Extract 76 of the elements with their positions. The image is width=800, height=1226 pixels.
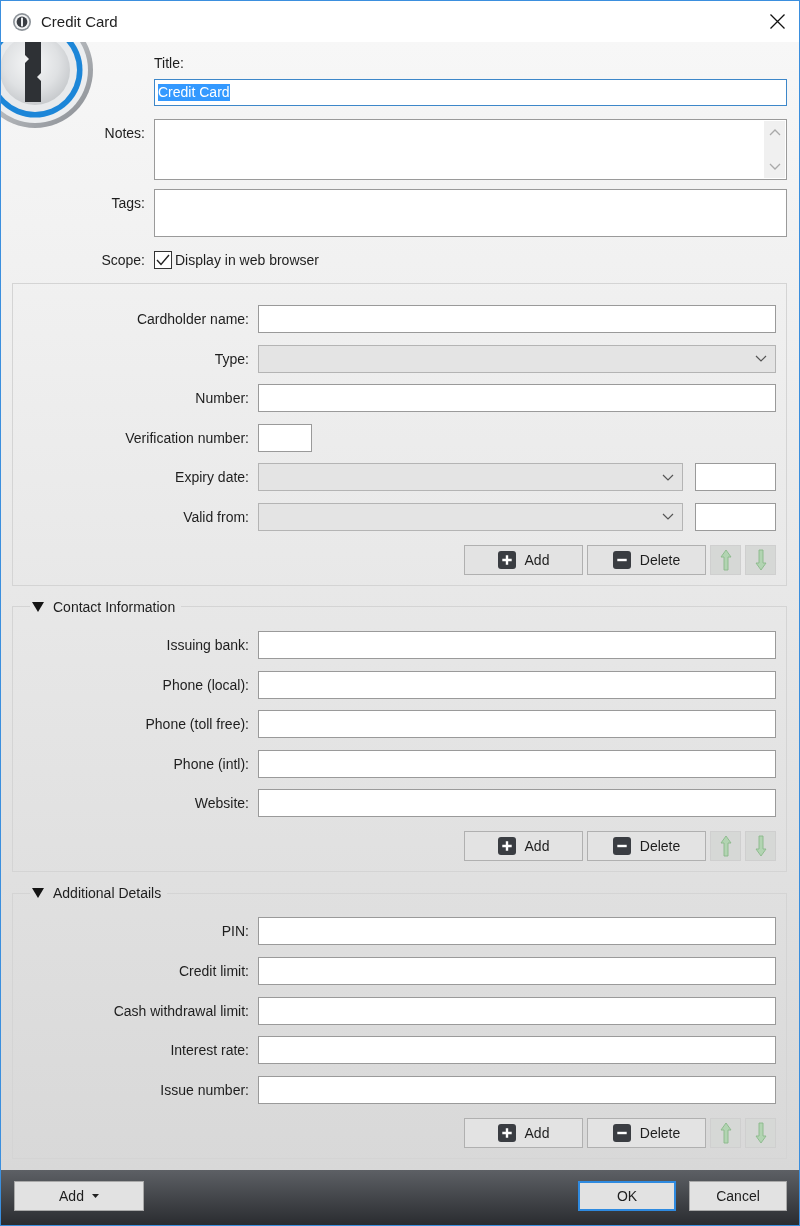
add-button[interactable]: Add [464,831,583,862]
field-label: Tags: [111,195,145,211]
field-label: Issuing bank: [166,636,249,653]
checkmark-icon [156,254,170,266]
arrow-down-icon [754,835,767,858]
arrow-down-icon [754,1121,767,1144]
text-field[interactable] [695,463,776,492]
text-field[interactable] [258,670,776,699]
text-field[interactable] [258,710,776,739]
text-field[interactable] [258,1075,776,1104]
chevron-down-icon [662,513,674,521]
plus-icon [497,1123,516,1142]
tags-field[interactable] [154,189,787,237]
arrow-down-icon [754,548,767,571]
field-label: Interest rate: [170,1042,249,1059]
add-menu-button[interactable]: Add [14,1181,144,1211]
dialog-button[interactable]: OK [578,1181,676,1211]
arrow-up-icon [719,1121,732,1144]
dialog-button[interactable]: Cancel [689,1181,787,1211]
arrow-up-icon [719,548,732,571]
dropdown[interactable] [258,502,683,531]
plus-icon [497,550,516,569]
field-label: Number: [195,390,249,407]
field-label: Phone (toll free): [145,716,249,733]
minus-icon [612,550,631,569]
chevron-down-icon [662,473,674,481]
field-label: Title: [154,55,184,71]
caret-down-icon [91,1194,99,1198]
text-field[interactable] [258,956,776,985]
app-icon [13,12,31,31]
text-field[interactable] [258,423,312,452]
chevron-up-icon[interactable] [768,129,781,136]
checkbox-label[interactable]: Display in web browser [175,252,319,268]
text-field[interactable] [258,917,776,946]
field-label: Credit limit: [179,962,249,979]
minus-icon [612,837,631,856]
scrollbar[interactable] [764,121,785,178]
chevron-down-icon[interactable] [768,163,781,170]
text-field[interactable] [258,305,776,333]
minus-icon [612,1123,631,1142]
delete-button[interactable]: Delete [587,1117,706,1148]
delete-button[interactable]: Delete [587,831,706,862]
field-label: Cash withdrawal limit: [113,1002,249,1019]
text-field[interactable] [258,749,776,778]
add-button[interactable]: Add [464,1117,583,1148]
close-icon [769,14,785,29]
dropdown[interactable] [258,463,683,492]
field-label: Issue number: [160,1081,249,1098]
add-button[interactable]: Add [464,544,583,575]
text-field[interactable] [258,630,776,659]
field-label: Scope: [101,252,145,268]
field-label: Verification number: [125,429,249,446]
chevron-down-icon [755,355,767,363]
field-label: Notes: [104,125,145,141]
notes-field[interactable] [154,119,787,180]
checkbox[interactable] [154,251,172,269]
field-label: PIN: [221,923,249,940]
field-label: Cardholder name: [136,311,249,327]
field-label: Website: [194,795,249,812]
section-toggle[interactable]: Additional Details [30,883,164,904]
window-title: Credit Card [41,13,118,30]
field-label: Expiry date: [175,469,249,486]
field-label: Valid from: [183,508,249,525]
text-field[interactable] [258,996,776,1025]
text-field[interactable] [258,384,776,413]
text-field[interactable] [258,1036,776,1065]
field-label: Phone (local): [162,676,249,693]
arrow-up-icon [719,835,732,858]
text-field[interactable] [695,502,776,531]
text-field[interactable] [258,789,776,818]
delete-button[interactable]: Delete [587,544,706,575]
field-label: Type: [214,350,249,367]
field-label: Phone (intl): [173,755,249,772]
dropdown[interactable] [258,344,776,373]
section-toggle[interactable]: Contact Information [30,596,178,617]
plus-icon [497,837,516,856]
